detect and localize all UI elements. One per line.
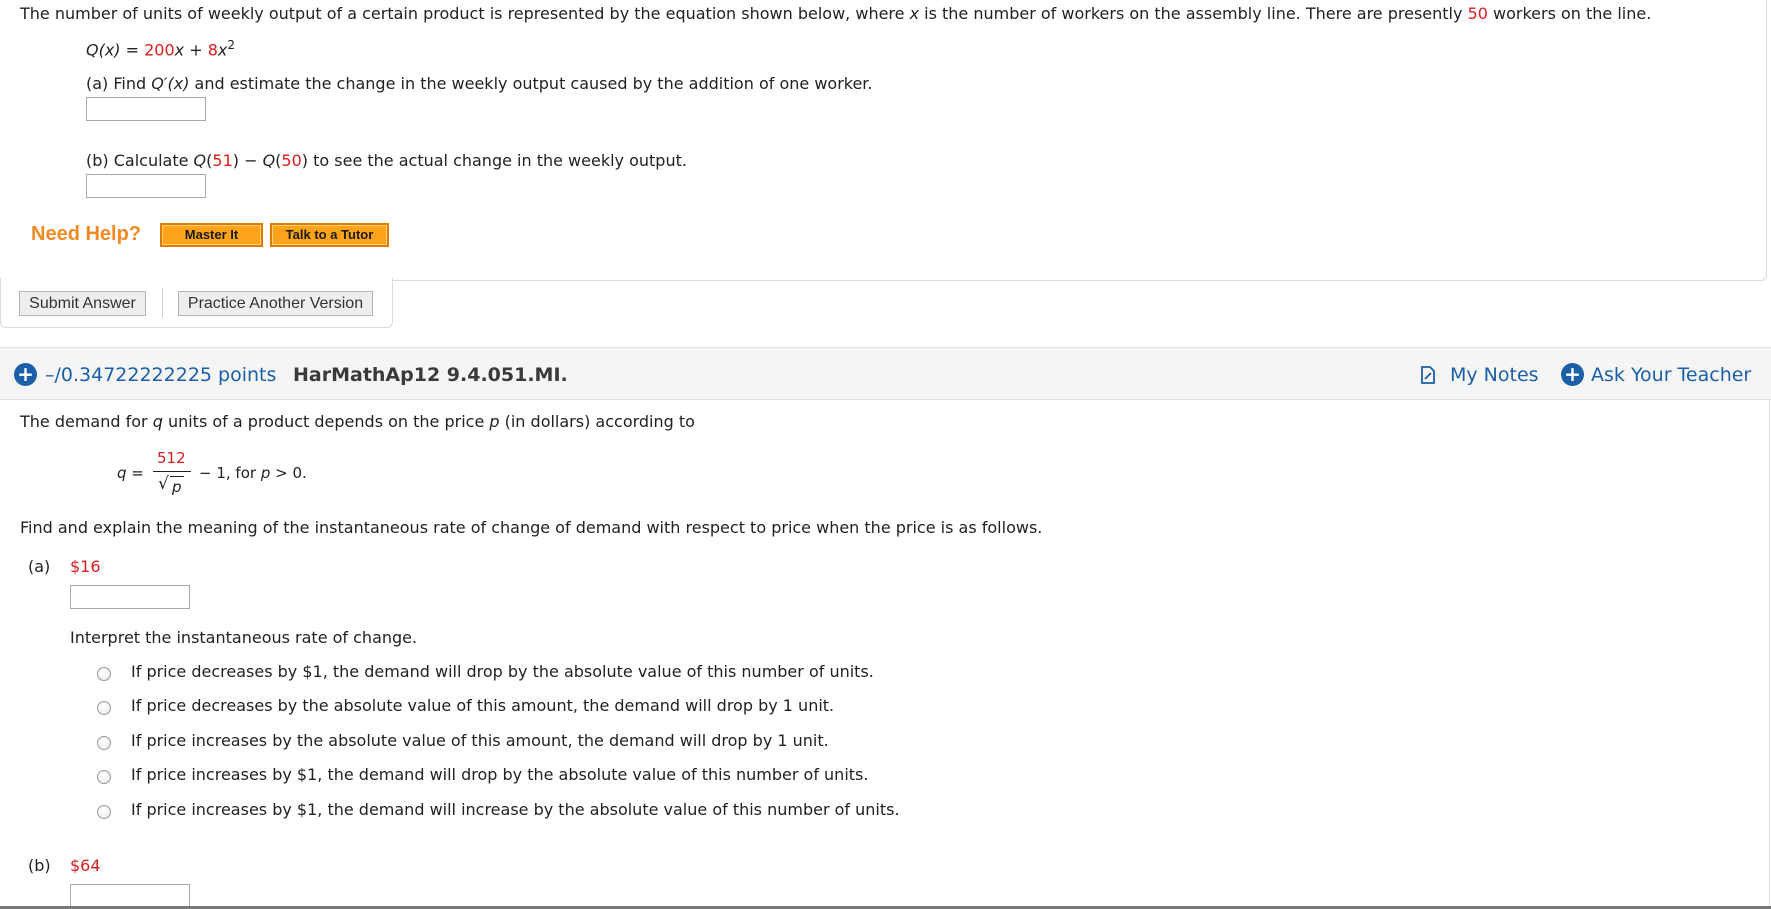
option-radio-5[interactable]: [97, 805, 111, 819]
q1-part-a-fn: Q′(x): [151, 74, 190, 93]
option-label-3[interactable]: If price increases by the absolute value…: [131, 731, 829, 750]
q2-intro: The demand for q units of a product depe…: [20, 412, 695, 431]
q2-intro-text-2: units of a product depends on the price: [162, 412, 490, 431]
q2-part-a-answer-input[interactable]: [70, 585, 190, 609]
q2-eq-denominator: p: [172, 478, 182, 496]
q2-part-b-answer-input[interactable]: [70, 884, 190, 908]
q1-part-b: (b) Calculate Q(51) − Q(50) to see the a…: [86, 151, 687, 170]
q1-part-b-minus: ) −: [232, 151, 263, 170]
q1-part-b-num-1: 51: [212, 151, 233, 170]
q1-intro-text: The number of units of weekly output of …: [20, 4, 910, 23]
ask-teacher-plus-icon[interactable]: +: [1561, 363, 1584, 386]
q1-part-b-text-2: ) to see the actual change in the weekly…: [301, 151, 687, 170]
option-radio-1[interactable]: [97, 667, 111, 681]
q1-part-b-num-2: 50: [281, 151, 302, 170]
submit-answer-button[interactable]: Submit Answer: [19, 291, 146, 316]
q2-part-b-label: (b): [28, 856, 51, 875]
q2-part-a-label: (a): [28, 557, 51, 576]
q2-eq-lhs: q =: [117, 464, 144, 482]
q1-eq-exponent: 2: [227, 38, 236, 52]
q2-eq-fraction-bar: [153, 471, 191, 472]
q2-eq-rest-text: − 1, for: [199, 464, 261, 482]
option-label-4[interactable]: If price increases by $1, the demand wil…: [131, 765, 868, 784]
q2-eq-condition: > 0.: [270, 464, 307, 482]
q1-eq-var-1: x: [174, 40, 185, 60]
q1-intro: The number of units of weekly output of …: [20, 4, 1651, 23]
plus-circle-icon[interactable]: +: [14, 363, 37, 386]
q2-intro-text-3: (in dollars) according to: [499, 412, 695, 431]
option-label-1[interactable]: If price decreases by $1, the demand wil…: [131, 662, 874, 681]
option-label-2[interactable]: If price decreases by the absolute value…: [131, 696, 834, 715]
talk-to-tutor-button[interactable]: Talk to a Tutor: [270, 223, 389, 247]
q2-eq-rest: − 1, for p > 0.: [199, 464, 307, 482]
need-help-title: Need Help?: [31, 223, 142, 245]
q1-part-a: (a) Find Q′(x) and estimate the change i…: [86, 74, 873, 93]
question-code: HarMathAp12 9.4.051.MI.: [293, 364, 568, 386]
question-frame: [0, 0, 1767, 281]
option-radio-4[interactable]: [97, 770, 111, 784]
q1-intro-text-3: workers on the line.: [1487, 4, 1652, 23]
q2-interpret-label: Interpret the instantaneous rate of chan…: [70, 628, 418, 647]
q2-eq-sqrt: √: [158, 474, 169, 494]
q1-eq-lhs: Q(x) =: [86, 40, 145, 60]
q2-part-b-value: $64: [70, 856, 101, 875]
q1-intro-worker-count: 50: [1467, 4, 1488, 23]
question-frame-edge: [1769, 400, 1770, 906]
q2-eq-numerator: 512: [157, 449, 186, 467]
my-notes-label: My Notes: [1450, 364, 1539, 386]
ask-your-teacher-link[interactable]: Ask Your Teacher: [1591, 364, 1751, 386]
q1-eq-coef-2: 8: [207, 40, 218, 60]
q1-part-a-answer-input[interactable]: [86, 97, 206, 121]
q1-eq-plus: +: [184, 40, 208, 60]
q2-intro-text: The demand for: [20, 412, 153, 431]
q2-instruction: Find and explain the meaning of the inst…: [20, 518, 1043, 537]
q1-part-a-text: (a) Find: [86, 74, 152, 93]
q2-part-a-value: $16: [70, 557, 101, 576]
q2-eq-var-p: p: [260, 464, 271, 482]
question-points: –/0.34722222225 points: [45, 364, 277, 386]
q1-part-b-text: (b) Calculate: [86, 151, 194, 170]
option-radio-2[interactable]: [97, 701, 111, 715]
q1-equation: Q(x) = 200x + 8x2: [86, 38, 235, 59]
q1-part-a-text-2: and estimate the change in the weekly ou…: [189, 74, 873, 93]
practice-another-version-button[interactable]: Practice Another Version: [178, 291, 373, 316]
q2-eq-sqrt-bar: [170, 476, 184, 477]
option-radio-3[interactable]: [97, 736, 111, 750]
q2-intro-var-q: q: [152, 412, 163, 431]
q1-intro-var: x: [909, 4, 920, 23]
q1-part-b-fn-2: Q: [262, 151, 276, 170]
q1-eq-coef-1: 200: [144, 40, 175, 60]
master-it-button[interactable]: Master It: [160, 223, 263, 247]
q1-eq-var-2: x: [217, 40, 228, 60]
q1-part-b-fn-1: Q: [193, 151, 207, 170]
q1-intro-text-2: is the number of workers on the assembly…: [919, 4, 1468, 23]
option-label-5[interactable]: If price increases by $1, the demand wil…: [131, 800, 900, 819]
q2-intro-var-p: p: [489, 412, 500, 431]
notes-icon: [1421, 366, 1435, 384]
q1-part-b-answer-input[interactable]: [86, 174, 206, 198]
button-divider: [162, 288, 163, 318]
